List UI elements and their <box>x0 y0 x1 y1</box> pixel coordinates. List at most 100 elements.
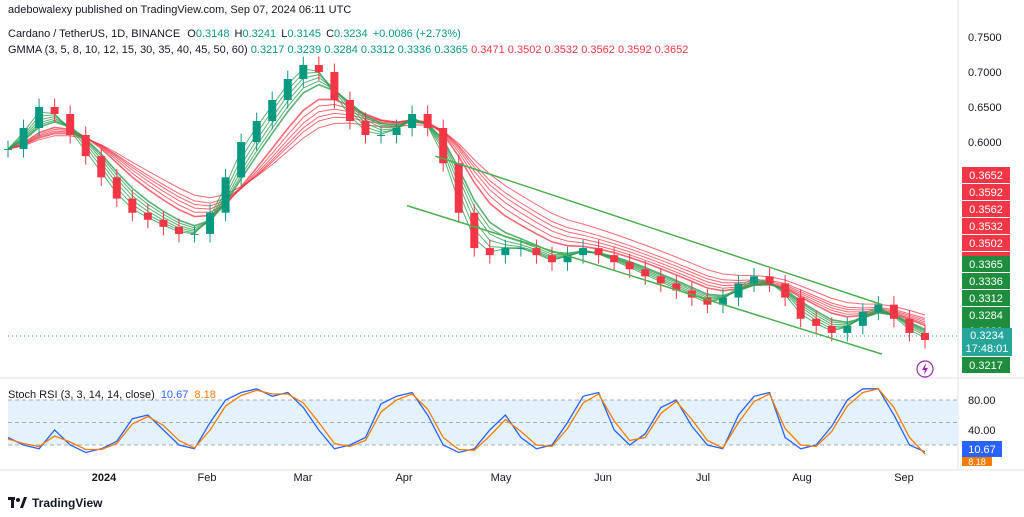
candle-body <box>905 318 914 333</box>
high-label: H <box>234 28 243 40</box>
candle-body <box>97 156 106 178</box>
long-ema-price-tag-label: 0.3502 <box>969 238 1003 250</box>
candle-body <box>361 121 370 135</box>
rsi-k-tag-label: 10.67 <box>968 444 996 456</box>
x-tick-label: Jul <box>696 472 710 484</box>
tradingview-footer[interactable]: TradingView <box>8 496 102 510</box>
candle-body <box>843 325 852 333</box>
candle-body <box>128 198 137 213</box>
y-tick-label: 0.6000 <box>968 137 1002 149</box>
y-tick-label: 0.6500 <box>968 102 1002 114</box>
candle-body <box>174 226 183 234</box>
short-ema-price-tag-label: 0.3217 <box>969 360 1003 372</box>
gmma-short-1: 0.3239 <box>287 44 322 56</box>
gmma-short-0: 0.3217 <box>250 44 285 56</box>
candle-body <box>516 248 525 250</box>
open-label: O <box>187 28 196 40</box>
publisher-text: adebowalexy published on TradingView.com… <box>8 4 352 16</box>
candle-body <box>392 128 401 135</box>
long-ema-price-tag-label: 0.3562 <box>969 204 1003 216</box>
candle-body <box>252 121 261 142</box>
candle-body <box>50 107 59 114</box>
gmma-long-1: 0.3502 <box>507 44 542 56</box>
channel-line-lower <box>406 204 883 355</box>
candle-body <box>330 72 339 100</box>
rsi-k-value: 10.67 <box>160 389 189 401</box>
candle-body <box>921 332 929 340</box>
y-tick-label: 0.7000 <box>968 67 1002 79</box>
short-ema-price-tag-label: 0.3284 <box>969 310 1003 322</box>
tradingview-brand: TradingView <box>32 496 103 510</box>
candle-body <box>579 248 588 256</box>
gmma-short-2: 0.3284 <box>324 44 358 56</box>
chart-root: 0.7500 0.7000 0.6500 0.6000 2024 Feb Mar Apr May… <box>0 0 1024 517</box>
long-ema-price-tag-label: 0.3652 <box>969 170 1003 182</box>
candle-body <box>610 255 619 263</box>
gmma-legend[interactable]: GMMA (3, 5, 8, 10, 12, 15, 30, 35, 40, 4… <box>8 44 688 56</box>
rsi-y-tick-label: 80.00 <box>968 395 996 407</box>
candle-body <box>501 248 510 256</box>
rsi-label: Stoch RSI (3, 3, 14, 14, close) <box>8 389 155 401</box>
candle-body <box>345 100 354 121</box>
open-value: 0.3148 <box>195 28 230 40</box>
lightning-icon-bolt <box>922 363 928 375</box>
symbol-label: Cardano / TetherUS, 1D, BINANCE <box>8 28 181 40</box>
candle-body <box>4 149 12 151</box>
chart-canvas[interactable]: 0.7500 0.7000 0.6500 0.6000 2024 Feb Mar Apr May… <box>0 0 1024 517</box>
candle-body <box>314 65 323 72</box>
candle-body <box>827 325 836 333</box>
rsi-d-value: 8.18 <box>194 389 216 401</box>
short-ema-price-tag-label: 0.3336 <box>969 276 1003 288</box>
candle-body <box>423 114 432 128</box>
gmma-short-4: 0.3336 <box>397 44 432 56</box>
candle-body <box>594 248 603 256</box>
rsi-legend[interactable]: Stoch RSI (3, 3, 14, 14, close) 10.67 8.… <box>8 389 216 401</box>
publisher-line: adebowalexy published on TradingView.com… <box>8 4 351 16</box>
change-value: +0.0086 (+2.73%) <box>372 28 461 40</box>
candle-body <box>112 177 121 199</box>
candle-body <box>532 248 541 256</box>
gmma-long-2: 0.3532 <box>544 44 579 56</box>
short-ema-price-tag-label: 0.3365 <box>969 259 1003 271</box>
candle-body <box>35 107 44 128</box>
gmma-long-3: 0.3562 <box>581 44 615 56</box>
channel-layer <box>406 155 883 355</box>
candle-body <box>206 212 215 234</box>
candle-body <box>485 248 494 256</box>
long-ema-price-tag-label: 0.3592 <box>969 187 1003 199</box>
countdown-label: 17:48:01 <box>966 343 1009 355</box>
candle-body <box>781 283 790 298</box>
x-tick-label: 2024 <box>92 472 117 484</box>
candle-body <box>625 262 634 270</box>
gmma-long-5: 0.3652 <box>654 44 689 56</box>
close-value: 0.3234 <box>334 28 368 40</box>
candle-body <box>221 177 230 213</box>
tradingview-logo-icon <box>8 497 27 508</box>
candle-body <box>408 114 417 128</box>
candle-body <box>750 276 759 284</box>
gmma-long-4: 0.3592 <box>617 44 652 56</box>
candle-body <box>237 142 246 178</box>
candle-body <box>874 304 883 312</box>
candle-body <box>765 276 774 284</box>
low-value: 0.3145 <box>287 28 321 40</box>
candle-body <box>470 212 479 249</box>
candle-body <box>268 100 277 121</box>
candle-body <box>19 128 28 150</box>
candle-body <box>734 283 743 298</box>
x-tick-label: Aug <box>792 472 812 484</box>
candle-body <box>81 135 90 157</box>
candle-body <box>190 233 199 235</box>
current-price-label: 0.3234 <box>970 330 1004 342</box>
gmma-long-0: 0.3471 <box>471 44 505 56</box>
x-tick-label: May <box>491 472 512 484</box>
gmma-label: GMMA (3, 5, 8, 10, 12, 15, 30, 35, 40, 4… <box>8 44 248 56</box>
candle-body <box>547 255 556 263</box>
candle-body <box>143 212 152 220</box>
candle-body <box>283 79 292 100</box>
main-legend[interactable]: Cardano / TetherUS, 1D, BINANCE O0.3148 … <box>8 28 461 40</box>
candle-body <box>796 297 805 319</box>
candle-body <box>812 318 821 326</box>
gmma-short-3: 0.3312 <box>360 44 395 56</box>
candle-body <box>66 114 75 135</box>
